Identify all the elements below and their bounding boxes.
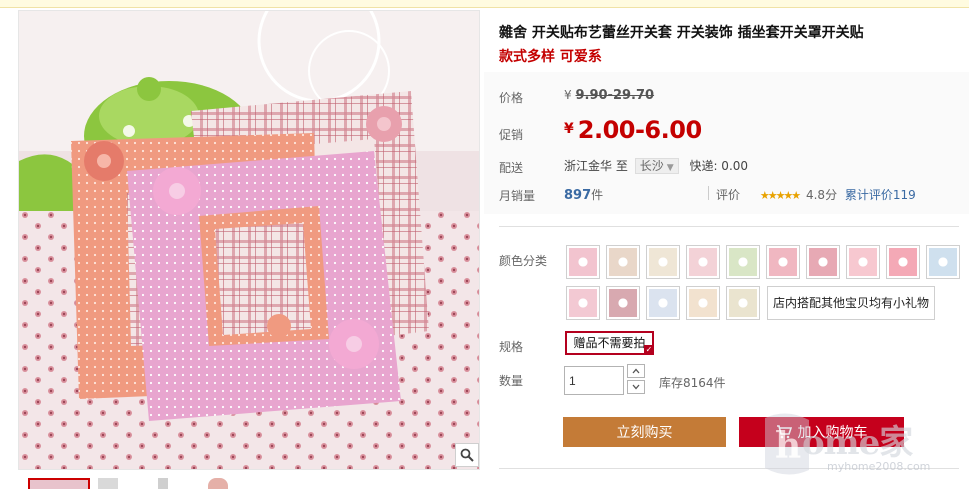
- site-watermark: h ome家 myhome2008.com: [757, 405, 969, 489]
- color-swatch-14[interactable]: [686, 286, 720, 320]
- thumbnail-2[interactable]: [98, 478, 118, 489]
- stock-count: 库存8164件: [659, 376, 726, 390]
- swatch-thumbnail: [809, 248, 837, 276]
- color-swatch-15[interactable]: [726, 286, 760, 320]
- color-swatch-3[interactable]: [646, 245, 680, 279]
- color-swatch-2[interactable]: [606, 245, 640, 279]
- magnifier-icon: [460, 448, 474, 462]
- star-rating-icon: ★★★★★: [759, 189, 801, 202]
- svg-text:h: h: [775, 425, 801, 467]
- original-price: ¥ 9.90-29.70: [564, 88, 654, 103]
- top-notice-bar: [0, 0, 969, 8]
- spec-label: 规格: [499, 340, 524, 354]
- swatch-thumbnail: [609, 289, 637, 317]
- chevron-down-icon: ▼: [666, 163, 674, 173]
- promo-price-value: 2.00-6.00: [577, 116, 702, 144]
- color-swatch-10[interactable]: [926, 245, 960, 279]
- swatch-thumbnail: [649, 248, 677, 276]
- monthly-sales-label: 月销量: [499, 189, 536, 203]
- rating-info: 评价 ★★★★★ 4.8分 累计评价119: [716, 186, 916, 203]
- swatch-thumbnail: [609, 248, 637, 276]
- chevron-down-icon: [632, 384, 640, 390]
- color-swatch-7[interactable]: [806, 245, 840, 279]
- thumbnail-strip: [18, 478, 480, 489]
- buy-now-button[interactable]: 立刻购买: [563, 417, 726, 447]
- shipping-origin: 浙江金华: [564, 159, 613, 173]
- price-label: 价格: [499, 91, 524, 105]
- shipping-to-word: 至: [615, 159, 628, 173]
- review-count-link[interactable]: 累计评价119: [845, 188, 916, 202]
- shipping-fee: 快递: 0.00: [689, 159, 749, 173]
- color-swatch-11[interactable]: [566, 286, 600, 320]
- quantity-increase-button[interactable]: [627, 364, 645, 378]
- destination-select[interactable]: 长沙 ▼: [634, 158, 679, 174]
- monthly-sales: 897件: [564, 186, 603, 203]
- shipping-info: 浙江金华 至 长沙 ▼ 快递: 0.00: [564, 157, 748, 174]
- monthly-sales-count: 897: [564, 188, 592, 203]
- watermark-url: myhome2008.com: [827, 460, 931, 473]
- zoom-button[interactable]: [455, 443, 479, 467]
- swatch-thumbnail: [769, 248, 797, 276]
- thumbnail-1[interactable]: [28, 478, 90, 489]
- swatch-thumbnail: [569, 289, 597, 317]
- color-swatch-8[interactable]: [846, 245, 880, 279]
- watermark-text: ome家: [802, 423, 913, 463]
- swatch-thumbnail: [569, 248, 597, 276]
- quantity-decrease-button[interactable]: [627, 380, 645, 394]
- color-swatch-6[interactable]: [766, 245, 800, 279]
- swatch-thumbnail: [729, 248, 757, 276]
- product-subtitle: 款式多样 可爱系: [499, 49, 602, 65]
- color-option-gift[interactable]: 店内搭配其他宝贝均有小礼物: [767, 286, 935, 320]
- quantity-label: 数量: [499, 374, 524, 388]
- quantity-input[interactable]: [564, 366, 624, 395]
- color-swatch-4[interactable]: [686, 245, 720, 279]
- swatch-thumbnail: [849, 248, 877, 276]
- swatch-thumbnail: [689, 289, 717, 317]
- rating-score: 4.8分: [805, 188, 838, 202]
- divider: [708, 186, 709, 200]
- promo-price: ¥2.00-6.00: [564, 116, 702, 144]
- color-swatch-1[interactable]: [566, 245, 600, 279]
- product-photo: [19, 11, 479, 469]
- swatch-thumbnail: [729, 289, 757, 317]
- section-divider: [499, 226, 959, 227]
- check-icon: ✓: [644, 345, 654, 355]
- spec-option-selected[interactable]: 赠品不需要拍 ✓: [565, 331, 654, 355]
- color-swatch-9[interactable]: [886, 245, 920, 279]
- color-swatch-13[interactable]: [646, 286, 680, 320]
- thumbnail-4[interactable]: [208, 478, 228, 489]
- swatch-thumbnail: [649, 289, 677, 317]
- buy-now-label: 立刻购买: [616, 424, 673, 440]
- swatch-thumbnail: [689, 248, 717, 276]
- swatch-thumbnail: [929, 248, 957, 276]
- product-image[interactable]: [18, 10, 480, 470]
- chevron-up-icon: [632, 368, 640, 374]
- original-price-currency: ¥: [564, 88, 572, 102]
- color-swatch-12[interactable]: [606, 286, 640, 320]
- spec-option-text: 赠品不需要拍: [573, 336, 646, 350]
- color-swatch-5[interactable]: [726, 245, 760, 279]
- promo-price-currency: ¥: [564, 121, 574, 137]
- thumbnail-3[interactable]: [158, 478, 168, 489]
- monthly-sales-unit: 件: [591, 188, 604, 202]
- color-label: 颜色分类: [499, 254, 548, 268]
- original-price-value: 9.90-29.70: [575, 88, 655, 103]
- promo-label: 促销: [499, 128, 524, 142]
- product-title: 雜舍 开关贴布艺蕾丝开关套 开关装饰 插坐套开关罩开关贴: [499, 25, 864, 41]
- destination-value: 长沙: [639, 159, 664, 173]
- shipping-label: 配送: [499, 161, 524, 175]
- swatch-thumbnail: [889, 248, 917, 276]
- review-label: 评价: [716, 188, 741, 202]
